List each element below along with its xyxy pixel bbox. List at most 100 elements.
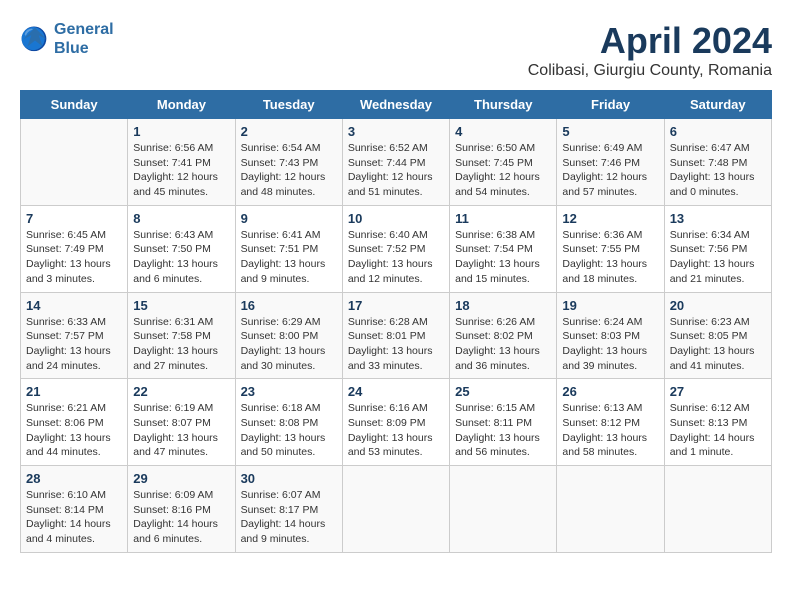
- day-number: 28: [26, 471, 122, 486]
- logo-general: General: [54, 21, 114, 38]
- day-info: Sunrise: 6:10 AM Sunset: 8:14 PM Dayligh…: [26, 488, 122, 547]
- calendar-cell: 16 Sunrise: 6:29 AM Sunset: 8:00 PM Dayli…: [235, 292, 342, 379]
- logo-text: General Blue: [54, 20, 114, 58]
- day-number: 24: [348, 384, 444, 399]
- day-number: 21: [26, 384, 122, 399]
- calendar-week-5: 28 Sunrise: 6:10 AM Sunset: 8:14 PM Dayli…: [21, 466, 772, 553]
- day-number: 4: [455, 124, 551, 139]
- calendar-cell: 6Sunrise: 6:47 AM Sunset: 7:48 PM Daylig…: [664, 119, 771, 206]
- calendar-table: SundayMondayTuesdayWednesdayThursdayFrid…: [20, 90, 772, 553]
- calendar-cell: 28 Sunrise: 6:10 AM Sunset: 8:14 PM Dayli…: [21, 466, 128, 553]
- calendar-week-4: 21 Sunrise: 6:21 AM Sunset: 8:06 PM Dayli…: [21, 379, 772, 466]
- day-number: 11: [455, 211, 551, 226]
- day-info: Sunrise: 6:40 AM Sunset: 7:52 PM Dayligh…: [348, 228, 444, 287]
- calendar-cell: 23 Sunrise: 6:18 AM Sunset: 8:08 PM Dayli…: [235, 379, 342, 466]
- day-number: 22: [133, 384, 229, 399]
- calendar-cell: [21, 119, 128, 206]
- day-info: Sunrise: 6:23 AM Sunset: 8:05 PM Dayligh…: [670, 315, 766, 374]
- calendar-cell: 8Sunrise: 6:43 AM Sunset: 7:50 PM Daylig…: [128, 205, 235, 292]
- page-header: 🔵 General Blue April 2024 Colibasi, Giur…: [20, 20, 772, 80]
- calendar-cell: [342, 466, 449, 553]
- header-cell-sunday: Sunday: [21, 91, 128, 119]
- day-info: Sunrise: 6:31 AM Sunset: 7:58 PM Dayligh…: [133, 315, 229, 374]
- day-info: Sunrise: 6:28 AM Sunset: 8:01 PM Dayligh…: [348, 315, 444, 374]
- calendar-cell: 13Sunrise: 6:34 AM Sunset: 7:56 PM Dayli…: [664, 205, 771, 292]
- day-number: 15: [133, 298, 229, 313]
- calendar-cell: 3 Sunrise: 6:52 AM Sunset: 7:44 PM Daylig…: [342, 119, 449, 206]
- day-info: Sunrise: 6:26 AM Sunset: 8:02 PM Dayligh…: [455, 315, 551, 374]
- day-info: Sunrise: 6:45 AM Sunset: 7:49 PM Dayligh…: [26, 228, 122, 287]
- calendar-cell: [557, 466, 664, 553]
- day-info: Sunrise: 6:15 AM Sunset: 8:11 PM Dayligh…: [455, 401, 551, 460]
- day-info: Sunrise: 6:43 AM Sunset: 7:50 PM Dayligh…: [133, 228, 229, 287]
- calendar-cell: 18 Sunrise: 6:26 AM Sunset: 8:02 PM Dayli…: [450, 292, 557, 379]
- calendar-cell: 9 Sunrise: 6:41 AM Sunset: 7:51 PM Daylig…: [235, 205, 342, 292]
- logo-icon: 🔵: [20, 24, 50, 54]
- day-number: 16: [241, 298, 337, 313]
- day-number: 9: [241, 211, 337, 226]
- calendar-cell: 10Sunrise: 6:40 AM Sunset: 7:52 PM Dayli…: [342, 205, 449, 292]
- calendar-cell: 26 Sunrise: 6:13 AM Sunset: 8:12 PM Dayli…: [557, 379, 664, 466]
- day-number: 18: [455, 298, 551, 313]
- day-number: 29: [133, 471, 229, 486]
- day-info: Sunrise: 6:29 AM Sunset: 8:00 PM Dayligh…: [241, 315, 337, 374]
- calendar-cell: 7 Sunrise: 6:45 AM Sunset: 7:49 PM Daylig…: [21, 205, 128, 292]
- day-number: 14: [26, 298, 122, 313]
- day-info: Sunrise: 6:13 AM Sunset: 8:12 PM Dayligh…: [562, 401, 658, 460]
- calendar-header: SundayMondayTuesdayWednesdayThursdayFrid…: [21, 91, 772, 119]
- page-subtitle: Colibasi, Giurgiu County, Romania: [528, 62, 772, 80]
- day-info: Sunrise: 6:19 AM Sunset: 8:07 PM Dayligh…: [133, 401, 229, 460]
- calendar-cell: 25Sunrise: 6:15 AM Sunset: 8:11 PM Dayli…: [450, 379, 557, 466]
- day-number: 26: [562, 384, 658, 399]
- day-info: Sunrise: 6:52 AM Sunset: 7:44 PM Dayligh…: [348, 141, 444, 200]
- calendar-cell: 11 Sunrise: 6:38 AM Sunset: 7:54 PM Dayli…: [450, 205, 557, 292]
- day-number: 1: [133, 124, 229, 139]
- header-row: SundayMondayTuesdayWednesdayThursdayFrid…: [21, 91, 772, 119]
- day-info: Sunrise: 6:24 AM Sunset: 8:03 PM Dayligh…: [562, 315, 658, 374]
- page-title: April 2024: [528, 20, 772, 62]
- day-info: Sunrise: 6:18 AM Sunset: 8:08 PM Dayligh…: [241, 401, 337, 460]
- day-number: 17: [348, 298, 444, 313]
- calendar-cell: 17 Sunrise: 6:28 AM Sunset: 8:01 PM Dayli…: [342, 292, 449, 379]
- calendar-cell: 27 Sunrise: 6:12 AM Sunset: 8:13 PM Dayli…: [664, 379, 771, 466]
- day-number: 5: [562, 124, 658, 139]
- day-info: Sunrise: 6:12 AM Sunset: 8:13 PM Dayligh…: [670, 401, 766, 460]
- calendar-cell: 22 Sunrise: 6:19 AM Sunset: 8:07 PM Dayli…: [128, 379, 235, 466]
- day-number: 20: [670, 298, 766, 313]
- logo-blue: Blue: [54, 40, 89, 57]
- day-number: 27: [670, 384, 766, 399]
- calendar-cell: 2 Sunrise: 6:54 AM Sunset: 7:43 PM Daylig…: [235, 119, 342, 206]
- day-info: Sunrise: 6:34 AM Sunset: 7:56 PM Dayligh…: [670, 228, 766, 287]
- calendar-cell: 4 Sunrise: 6:50 AM Sunset: 7:45 PM Daylig…: [450, 119, 557, 206]
- day-info: Sunrise: 6:38 AM Sunset: 7:54 PM Dayligh…: [455, 228, 551, 287]
- day-number: 2: [241, 124, 337, 139]
- calendar-cell: 19Sunrise: 6:24 AM Sunset: 8:03 PM Dayli…: [557, 292, 664, 379]
- day-number: 12: [562, 211, 658, 226]
- header-cell-tuesday: Tuesday: [235, 91, 342, 119]
- calendar-cell: 30Sunrise: 6:07 AM Sunset: 8:17 PM Dayli…: [235, 466, 342, 553]
- calendar-cell: [664, 466, 771, 553]
- day-info: Sunrise: 6:56 AM Sunset: 7:41 PM Dayligh…: [133, 141, 229, 200]
- day-number: 3: [348, 124, 444, 139]
- day-info: Sunrise: 6:50 AM Sunset: 7:45 PM Dayligh…: [455, 141, 551, 200]
- day-info: Sunrise: 6:54 AM Sunset: 7:43 PM Dayligh…: [241, 141, 337, 200]
- calendar-week-2: 7 Sunrise: 6:45 AM Sunset: 7:49 PM Daylig…: [21, 205, 772, 292]
- calendar-cell: 5 Sunrise: 6:49 AM Sunset: 7:46 PM Daylig…: [557, 119, 664, 206]
- header-cell-thursday: Thursday: [450, 91, 557, 119]
- header-cell-monday: Monday: [128, 91, 235, 119]
- day-number: 6: [670, 124, 766, 139]
- calendar-cell: [450, 466, 557, 553]
- day-number: 7: [26, 211, 122, 226]
- title-area: April 2024 Colibasi, Giurgiu County, Rom…: [528, 20, 772, 80]
- calendar-week-3: 14Sunrise: 6:33 AM Sunset: 7:57 PM Dayli…: [21, 292, 772, 379]
- day-info: Sunrise: 6:41 AM Sunset: 7:51 PM Dayligh…: [241, 228, 337, 287]
- calendar-cell: 24Sunrise: 6:16 AM Sunset: 8:09 PM Dayli…: [342, 379, 449, 466]
- day-info: Sunrise: 6:21 AM Sunset: 8:06 PM Dayligh…: [26, 401, 122, 460]
- day-info: Sunrise: 6:49 AM Sunset: 7:46 PM Dayligh…: [562, 141, 658, 200]
- calendar-cell: 20 Sunrise: 6:23 AM Sunset: 8:05 PM Dayli…: [664, 292, 771, 379]
- logo: 🔵 General Blue: [20, 20, 114, 58]
- day-info: Sunrise: 6:36 AM Sunset: 7:55 PM Dayligh…: [562, 228, 658, 287]
- calendar-cell: 14Sunrise: 6:33 AM Sunset: 7:57 PM Dayli…: [21, 292, 128, 379]
- header-cell-friday: Friday: [557, 91, 664, 119]
- day-number: 23: [241, 384, 337, 399]
